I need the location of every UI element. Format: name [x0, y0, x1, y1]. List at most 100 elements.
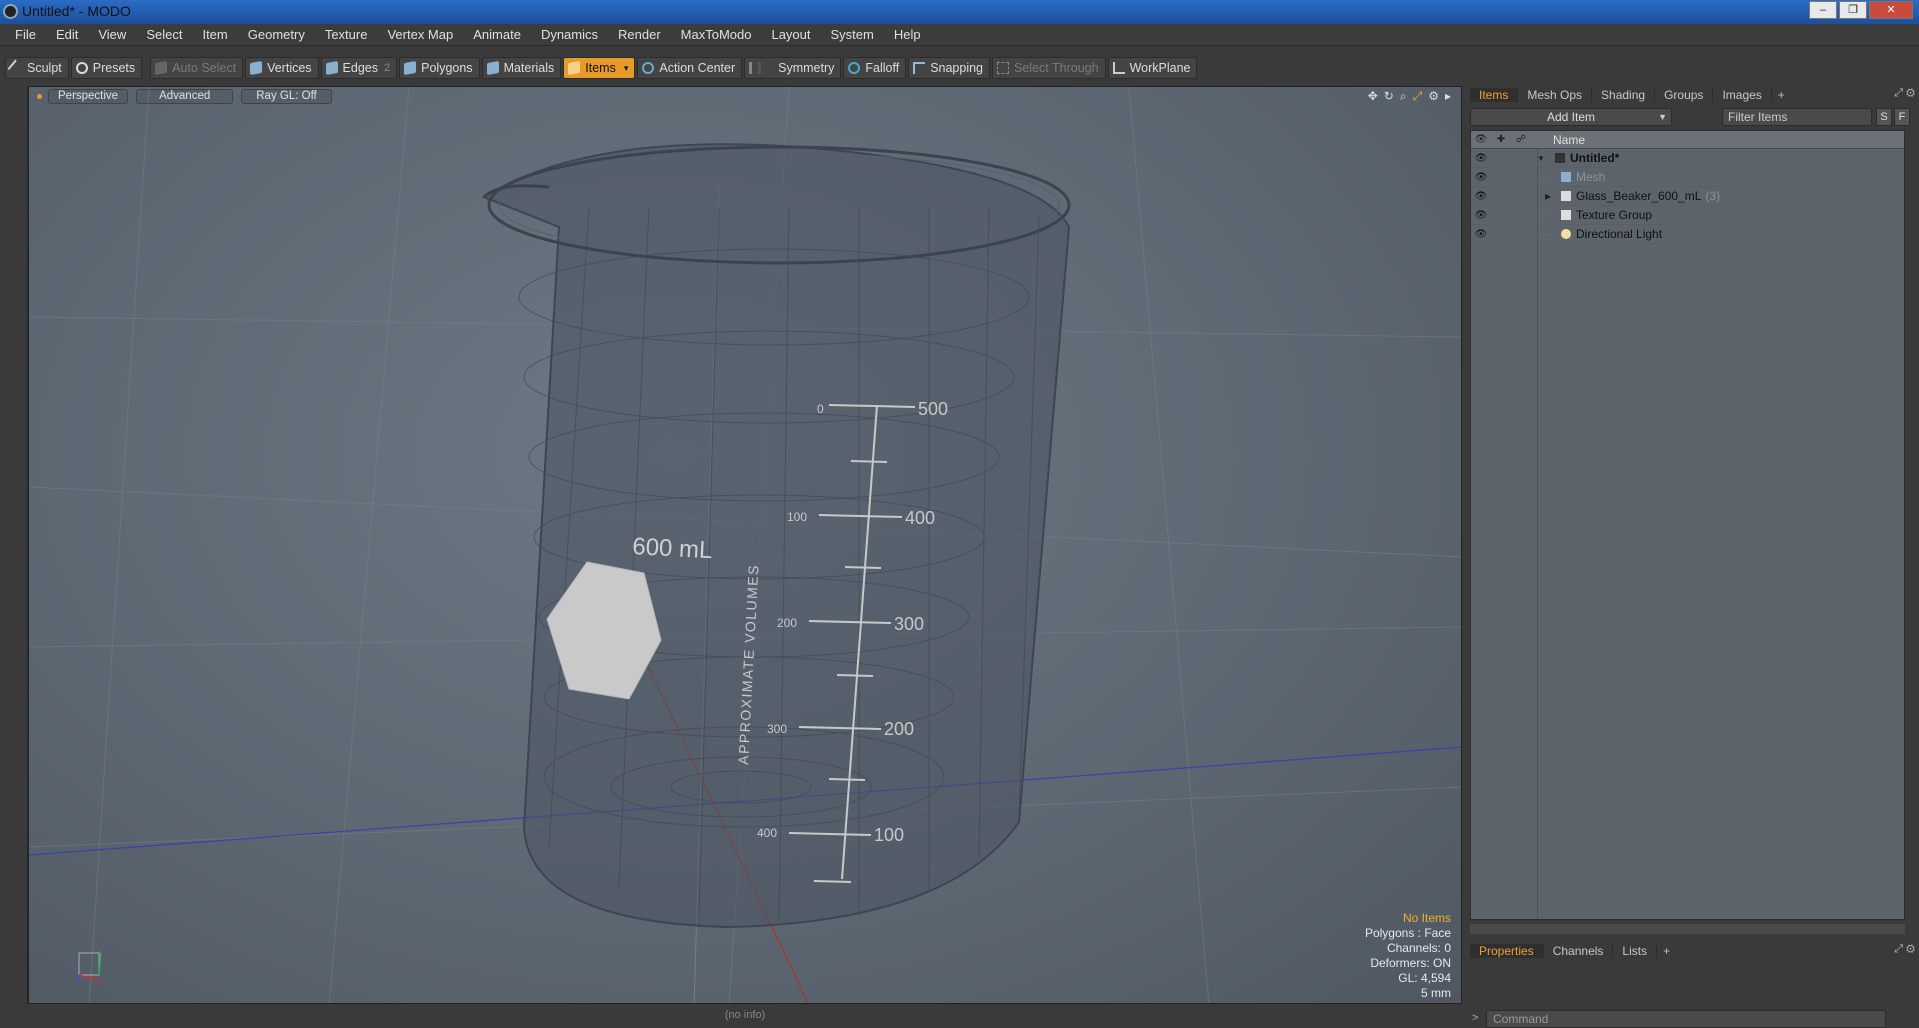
presets-label: Presets	[92, 61, 136, 75]
scale-500: 500	[918, 399, 948, 419]
maximize-button[interactable]: ❐	[1839, 1, 1867, 19]
filter-items-input[interactable]: Filter Items	[1722, 108, 1872, 126]
panel-options-icon[interactable]: ⤢ ⚙	[1894, 87, 1915, 100]
falloff-label: Falloff	[865, 61, 900, 75]
close-button[interactable]: ✕	[1869, 1, 1913, 19]
tab-lists[interactable]: Lists	[1613, 944, 1658, 958]
eye-icon[interactable]: 👁	[1471, 191, 1491, 202]
materials-button[interactable]: Materials	[481, 57, 562, 79]
tree-row-texture-group[interactable]: 👁 – Texture Group	[1471, 206, 1904, 225]
action-center-label: Action Center	[659, 61, 736, 75]
tree-row-scene[interactable]: 👁 ▼ Untitled*	[1471, 149, 1904, 168]
title-bar: Untitled* - MODO – ❐ ✕	[0, 0, 1919, 24]
items-button[interactable]: Items ▾	[563, 57, 636, 79]
minimize-button[interactable]: –	[1809, 1, 1837, 19]
unit-info: 5 mm	[1421, 986, 1451, 1000]
tree-row-mesh[interactable]: 👁 – Mesh	[1471, 168, 1904, 187]
tree-row-directional-light[interactable]: 👁 – Directional Light	[1471, 225, 1904, 244]
select-through-icon	[997, 62, 1010, 74]
menu-texture[interactable]: Texture	[315, 27, 378, 42]
symmetry-label: Symmetry	[778, 61, 835, 75]
scene-icon	[1555, 153, 1565, 163]
tab-images[interactable]: Images	[1713, 88, 1772, 102]
workplane-button[interactable]: WorkPlane	[1107, 57, 1198, 79]
menu-select[interactable]: Select	[136, 27, 192, 42]
tab-properties[interactable]: Properties	[1470, 944, 1544, 958]
tree-horizontal-scrollbar[interactable]	[1470, 924, 1905, 934]
command-input[interactable]: Command	[1486, 1010, 1886, 1028]
collapse-arrow-icon[interactable]: ▼	[1537, 154, 1547, 163]
tab-channels[interactable]: Channels	[1544, 944, 1614, 958]
action-center-button[interactable]: Action Center	[637, 57, 743, 79]
s-filter-button[interactable]: S	[1876, 108, 1892, 126]
properties-panel-tabs: Properties Channels Lists + ⤢ ⚙	[1466, 942, 1919, 960]
vertices-icon	[250, 60, 263, 76]
menu-layout[interactable]: Layout	[761, 27, 820, 42]
menu-render[interactable]: Render	[608, 27, 671, 42]
left-tool-strip	[0, 86, 28, 1004]
scale-left-0: 0	[817, 402, 824, 416]
edges-button[interactable]: Edges 2	[320, 57, 398, 79]
menu-dynamics[interactable]: Dynamics	[531, 27, 608, 42]
f-filter-button[interactable]: F	[1894, 108, 1910, 126]
tab-shading[interactable]: Shading	[1592, 88, 1656, 102]
polygons-button[interactable]: Polygons	[399, 57, 480, 79]
tree-header: 👁 ✚ ☍ Name	[1471, 131, 1904, 149]
sculpt-button[interactable]: Sculpt	[5, 57, 69, 79]
snapping-icon	[913, 62, 926, 74]
workplane-icon	[1112, 62, 1125, 74]
3d-viewport[interactable]: Perspective Advanced Ray GL: Off ✥ ↻ ⌕ ⤢…	[28, 86, 1462, 1004]
action-center-icon	[642, 62, 655, 74]
menu-view[interactable]: View	[88, 27, 136, 42]
add-tab-icon[interactable]: +	[1657, 944, 1676, 958]
auto-select-button[interactable]: Auto Select	[150, 57, 244, 79]
add-item-button[interactable]: Add Item ▼	[1470, 108, 1672, 126]
add-item-dropdown-icon: ▼	[1658, 112, 1667, 122]
visibility-column-icon[interactable]: 👁	[1471, 134, 1491, 145]
name-column-header[interactable]: Name	[1553, 133, 1585, 147]
polygons-label: Polygons	[421, 61, 473, 75]
tab-groups[interactable]: Groups	[1655, 88, 1714, 102]
brush-icon	[7, 59, 25, 77]
add-item-label: Add Item	[1546, 110, 1596, 124]
eye-icon[interactable]: 👁	[1471, 153, 1491, 164]
presets-button[interactable]: Presets	[70, 57, 143, 79]
expand-arrow-icon[interactable]: ▶	[1545, 192, 1555, 201]
select-through-button[interactable]: Select Through	[992, 57, 1106, 79]
scale-300: 300	[894, 614, 924, 634]
add-tab-icon[interactable]: +	[1772, 88, 1791, 102]
vertices-label: Vertices	[267, 61, 312, 75]
tree-row-glass-beaker[interactable]: 👁 ▶ Glass_Beaker_600_mL (3)	[1471, 187, 1904, 206]
tree-row-label: Glass_Beaker_600_mL	[1576, 189, 1702, 203]
vertices-button[interactable]: Vertices	[245, 57, 319, 79]
menu-maxtomodo[interactable]: MaxToModo	[671, 27, 762, 42]
falloff-button[interactable]: Falloff	[843, 57, 907, 79]
menu-system[interactable]: System	[821, 27, 884, 42]
snapping-button[interactable]: Snapping	[908, 57, 991, 79]
light-icon	[1561, 229, 1571, 239]
tab-items[interactable]: Items	[1470, 88, 1519, 102]
eye-icon[interactable]: 👁	[1471, 229, 1491, 240]
menu-edit[interactable]: Edit	[46, 27, 88, 42]
mesh-group-icon	[1561, 191, 1571, 201]
render-column-icon[interactable]: ☍	[1511, 134, 1531, 145]
menu-item[interactable]: Item	[192, 27, 237, 42]
menu-animate[interactable]: Animate	[463, 27, 531, 42]
tree-row-label: Untitled*	[1570, 151, 1620, 165]
falloff-icon	[848, 62, 861, 74]
items-dropdown-icon: ▾	[623, 62, 629, 73]
menu-help[interactable]: Help	[884, 27, 931, 42]
tab-mesh-ops[interactable]: Mesh Ops	[1518, 88, 1593, 102]
main-toolbar: Sculpt Presets Auto Select Vertices Edge…	[0, 54, 1919, 82]
edges-label: Edges	[342, 61, 378, 75]
eye-icon[interactable]: 👁	[1471, 172, 1491, 183]
items-panel: Items Mesh Ops Shading Groups Images + ⤢…	[1466, 86, 1919, 1028]
eye-icon[interactable]: 👁	[1471, 210, 1491, 221]
scene-canvas: 600 mL APPROXIMATE VOLUMES 500 400 300 2…	[29, 87, 1461, 1003]
lock-column-icon[interactable]: ✚	[1491, 134, 1511, 145]
panel-options-icon[interactable]: ⤢ ⚙	[1894, 943, 1915, 956]
menu-geometry[interactable]: Geometry	[238, 27, 315, 42]
symmetry-button[interactable]: Symmetry	[744, 57, 842, 79]
menu-vertex-map[interactable]: Vertex Map	[377, 27, 463, 42]
menu-file[interactable]: File	[5, 27, 46, 42]
